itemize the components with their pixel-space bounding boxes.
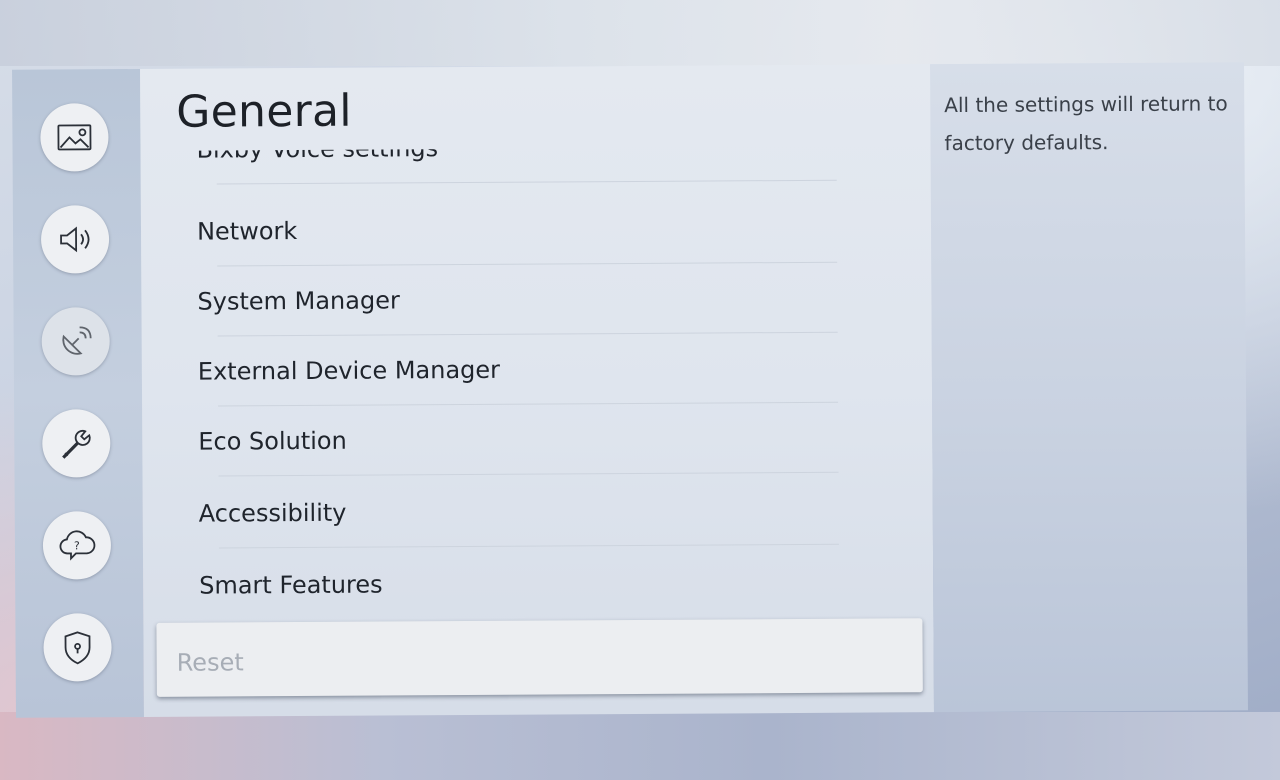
cloud-question-icon: ? bbox=[59, 530, 96, 561]
menu-item-label: Network bbox=[196, 217, 298, 246]
shield-lock-icon bbox=[64, 631, 91, 665]
sidebar-item-broadcasting[interactable] bbox=[41, 307, 110, 376]
sidebar-item-general[interactable] bbox=[42, 409, 111, 478]
menu-item-reset[interactable]: Reset bbox=[156, 618, 923, 697]
menu-item-label: Eco Solution bbox=[198, 426, 347, 456]
info-description: All the settings will return to factory … bbox=[944, 91, 1228, 156]
sidebar-item-sound[interactable] bbox=[40, 205, 110, 274]
page-title: General bbox=[176, 85, 352, 138]
menu-item-label: Reset bbox=[176, 648, 244, 677]
settings-main-panel: General Bixby Voice settings Network Sys… bbox=[140, 64, 934, 717]
menu-item-label: External Device Manager bbox=[197, 355, 501, 386]
menu-item-eco-solution[interactable]: Eco Solution bbox=[198, 403, 848, 477]
info-panel: All the settings will return to factory … bbox=[930, 62, 1248, 713]
sidebar-item-support[interactable]: ? bbox=[42, 511, 112, 580]
menu-item-external-device-manager[interactable]: External Device Manager bbox=[198, 333, 848, 407]
settings-sidebar: ? bbox=[12, 68, 144, 718]
satellite-dish-icon bbox=[62, 326, 92, 355]
divider bbox=[216, 179, 837, 185]
menu-item-accessibility[interactable]: Accessibility bbox=[199, 475, 849, 549]
picture-icon bbox=[57, 124, 92, 151]
menu-item-label: Smart Features bbox=[199, 570, 383, 600]
menu-item-label: Accessibility bbox=[198, 498, 347, 528]
background-bottom bbox=[0, 712, 1280, 780]
settings-window: ? General Bixby Voice settings Network S… bbox=[12, 62, 1248, 718]
menu-item-bixby-voice-settings[interactable]: Bixby Voice settings bbox=[196, 146, 846, 185]
svg-text:?: ? bbox=[74, 539, 80, 552]
sidebar-item-privacy[interactable] bbox=[43, 613, 112, 682]
menu-item-network[interactable]: Network bbox=[197, 193, 847, 267]
wrench-icon bbox=[62, 429, 91, 459]
settings-list: Bixby Voice settings Network System Mana… bbox=[141, 146, 934, 621]
background-top bbox=[0, 0, 1280, 66]
menu-item-label: Bixby Voice settings bbox=[196, 146, 439, 164]
sidebar-item-picture[interactable] bbox=[40, 103, 109, 172]
speaker-icon bbox=[60, 226, 90, 253]
menu-item-label: System Manager bbox=[197, 286, 400, 316]
menu-item-smart-features[interactable]: Smart Features bbox=[199, 547, 849, 621]
menu-item-system-manager[interactable]: System Manager bbox=[197, 263, 847, 337]
